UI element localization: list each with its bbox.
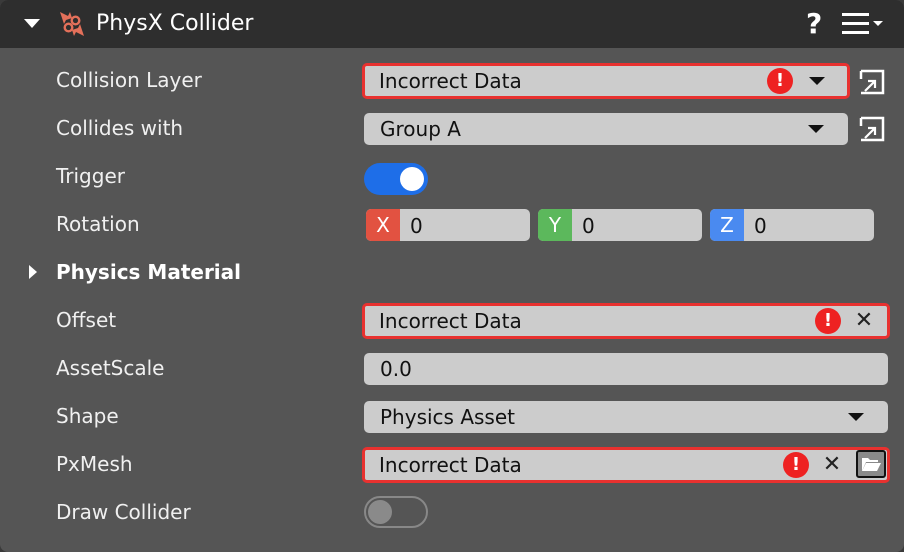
toggle-knob — [400, 167, 424, 191]
popout-icon[interactable] — [859, 69, 885, 95]
chevron-down-icon — [809, 77, 825, 85]
property-row-collision-layer: Collision Layer Incorrect Data ! — [0, 57, 904, 105]
property-label: Rotation — [56, 212, 140, 236]
property-label: PxMesh — [56, 452, 133, 476]
collapse-caret-icon[interactable] — [24, 19, 40, 28]
clear-icon[interactable]: ✕ — [853, 310, 875, 332]
dropdown-value: Physics Asset — [380, 405, 515, 429]
y-value: 0 — [582, 214, 595, 238]
dropdown-value: Incorrect Data — [379, 69, 522, 93]
shape-dropdown[interactable]: Physics Asset — [364, 401, 888, 433]
rotation-y-input[interactable]: Y 0 — [538, 209, 702, 241]
property-row-collides-with: Collides with Group A — [0, 105, 904, 153]
property-label: Collision Layer — [56, 68, 202, 92]
property-label: AssetScale — [56, 356, 165, 380]
popout-icon[interactable] — [859, 116, 885, 142]
offset-input[interactable]: Incorrect Data ! ✕ — [362, 303, 890, 339]
chevron-down-icon — [808, 125, 824, 133]
property-label: Collides with — [56, 116, 184, 140]
property-row-trigger: Trigger — [0, 153, 904, 201]
trigger-toggle[interactable] — [364, 163, 428, 195]
input-value: Incorrect Data — [379, 453, 522, 477]
input-value: Incorrect Data — [379, 309, 522, 333]
property-row-draw-collider: Draw Collider — [0, 489, 904, 537]
property-label: Shape — [56, 404, 119, 428]
clear-icon[interactable]: ✕ — [821, 454, 843, 476]
property-row-offset: Offset Incorrect Data ! ✕ — [0, 297, 904, 345]
component-header[interactable]: PhysX Collider ? — [0, 0, 904, 48]
caret-right-icon[interactable] — [29, 265, 37, 279]
collision-layer-dropdown[interactable]: Incorrect Data ! — [362, 63, 850, 99]
error-icon: ! — [815, 308, 841, 334]
assetscale-input[interactable]: 0.0 — [364, 353, 888, 385]
rotation-z-input[interactable]: Z 0 — [710, 209, 874, 241]
error-icon: ! — [767, 68, 793, 94]
property-label: Offset — [56, 308, 117, 332]
error-icon: ! — [783, 452, 809, 478]
toggle-knob — [368, 500, 392, 524]
property-row-shape: Shape Physics Asset — [0, 393, 904, 441]
group-label: Physics Material — [56, 260, 242, 284]
property-label: Trigger — [56, 164, 125, 188]
physx-collider-icon — [60, 12, 84, 36]
collides-with-dropdown[interactable]: Group A — [364, 113, 848, 145]
input-value: 0.0 — [380, 357, 412, 381]
property-row-assetscale: AssetScale 0.0 — [0, 345, 904, 393]
browse-button[interactable] — [856, 450, 886, 478]
chevron-down-icon — [848, 413, 864, 421]
hamburger-menu-icon[interactable] — [842, 12, 886, 36]
component-title: PhysX Collider — [96, 11, 254, 36]
property-group-physics-material[interactable]: Physics Material — [0, 249, 904, 297]
help-icon[interactable]: ? — [806, 7, 822, 41]
dropdown-value: Group A — [380, 117, 461, 141]
pxmesh-asset-input[interactable]: Incorrect Data ! ✕ — [362, 447, 890, 483]
draw-collider-toggle[interactable] — [364, 496, 428, 528]
z-axis-tag: Z — [710, 209, 744, 241]
folder-open-icon — [862, 458, 881, 471]
property-row-rotation: Rotation X 0 Y 0 Z 0 — [0, 201, 904, 249]
property-row-pxmesh: PxMesh Incorrect Data ! ✕ — [0, 441, 904, 489]
z-value: 0 — [754, 214, 767, 238]
physx-collider-panel: PhysX Collider ? Collision Layer Incorre… — [0, 0, 904, 552]
x-value: 0 — [410, 214, 423, 238]
x-axis-tag: X — [366, 209, 400, 241]
y-axis-tag: Y — [538, 209, 572, 241]
rotation-x-input[interactable]: X 0 — [366, 209, 530, 241]
property-label: Draw Collider — [56, 500, 191, 524]
